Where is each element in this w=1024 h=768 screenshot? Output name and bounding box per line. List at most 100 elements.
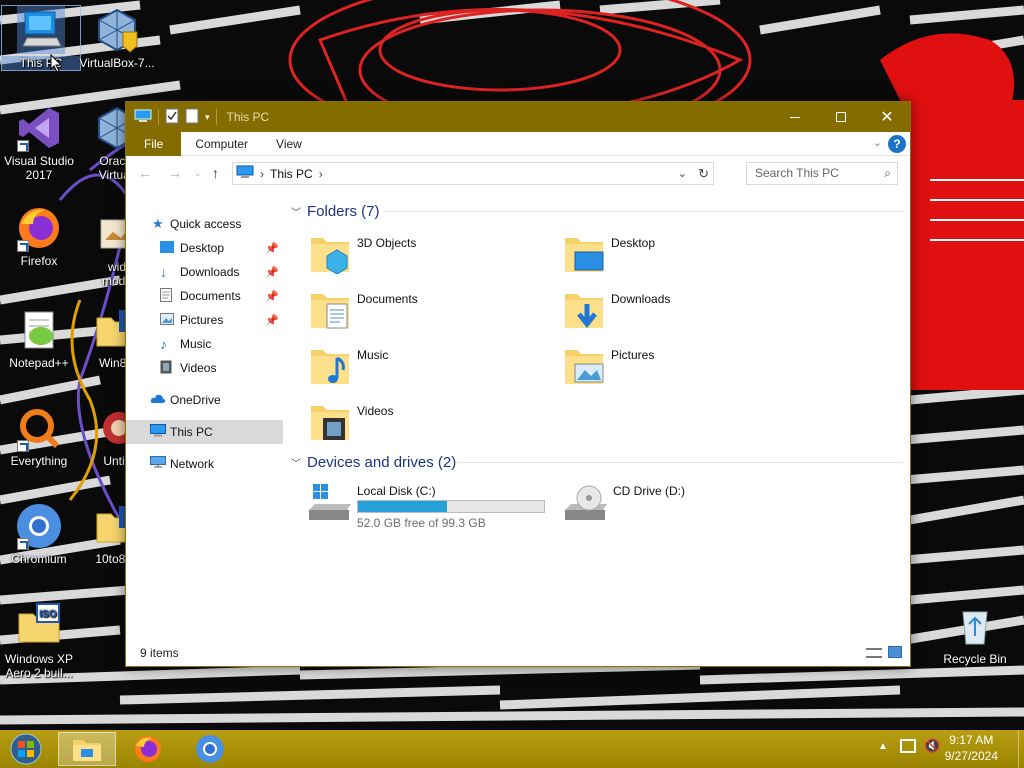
tab-view[interactable]: View	[262, 132, 316, 156]
close-button[interactable]: ✕	[864, 102, 910, 132]
folder-downloads[interactable]: Downloads	[561, 284, 801, 336]
nav-item-label: Videos	[180, 361, 217, 375]
clock[interactable]: 9:17 AM 9/27/2024	[945, 732, 998, 764]
desktop-icon-windows-xp-iso[interactable]: ISO Windows XP Aero 2 buil...	[0, 602, 78, 680]
nav-item-music[interactable]: ♪ Music	[126, 332, 283, 356]
desktop-icon-virtualbox-installer[interactable]: VirtualBox-7...	[78, 6, 156, 70]
nav-item-label: Network	[170, 457, 215, 471]
desktop-icon-everything[interactable]: Everything	[0, 404, 78, 468]
divider	[383, 211, 903, 212]
desktop-icon-firefox[interactable]: Firefox	[0, 204, 78, 268]
refresh-icon[interactable]: ↻	[698, 166, 709, 182]
recent-locations-chevron-icon[interactable]: ⌄	[194, 168, 202, 179]
pin-icon: 📌	[265, 266, 279, 279]
new-folder-icon[interactable]	[185, 108, 199, 127]
desktop-icon-label: Everything	[10, 454, 68, 468]
film-icon	[160, 360, 180, 377]
minimize-button[interactable]	[772, 102, 818, 132]
clock-time: 9:17 AM	[949, 733, 994, 747]
nav-item-network[interactable]: Network	[126, 452, 283, 476]
this-pc-icon	[150, 424, 170, 440]
tab-file[interactable]: File	[126, 131, 182, 156]
pictures-icon	[160, 312, 180, 328]
forward-arrow-icon[interactable]: →	[168, 165, 182, 181]
disk-usage-fill	[358, 501, 447, 512]
show-hidden-icons-chevron-icon[interactable]: ▲	[878, 741, 888, 752]
downloads-folder-icon	[565, 294, 603, 329]
tab-computer[interactable]: Computer	[181, 132, 262, 156]
help-button[interactable]: ?	[888, 135, 906, 153]
folder-desktop[interactable]: Desktop	[561, 228, 801, 280]
network-tray-icon[interactable]	[900, 739, 916, 753]
nav-item-this-pc[interactable]: This PC	[126, 420, 283, 444]
large-icons-view-icon[interactable]	[888, 646, 902, 658]
clock-date: 9/27/2024	[944, 749, 998, 763]
iso-file-icon: ISO	[15, 602, 63, 650]
drive-local-disk-c[interactable]: Local Disk (C:) 52.0 GB free of 99.3 GB	[305, 478, 555, 530]
nav-item-label: Music	[180, 337, 212, 351]
collapse-chevron-icon: ﹀	[291, 458, 301, 470]
collapse-chevron-icon: ﹀	[291, 207, 301, 219]
expand-ribbon-chevron-icon[interactable]: ⌄	[873, 136, 882, 149]
desktop-icon-visual-studio[interactable]: Visual Studio 2017	[0, 104, 78, 182]
pin-icon: 📌	[265, 290, 279, 303]
status-bar: 9 items	[126, 640, 910, 666]
show-desktop-button[interactable]	[1018, 730, 1024, 768]
explorer-window: ▾ This PC ✕ File Computer View ⌄ ? ← → ⌄…	[125, 101, 911, 667]
nav-item-documents[interactable]: Documents 📌	[126, 284, 283, 308]
minimize-icon	[790, 116, 800, 118]
breadcrumb-separator[interactable]: ›	[319, 167, 323, 181]
search-input[interactable]: Search This PC ⌕	[746, 162, 898, 185]
breadcrumb-this-pc[interactable]: This PC	[270, 167, 313, 181]
start-button[interactable]	[2, 732, 50, 766]
desktop-icon-this-pc[interactable]: This PC	[1, 5, 81, 71]
nav-item-label: OneDrive	[170, 393, 221, 407]
folder-label: Desktop	[611, 236, 656, 250]
desktop-folder-icon	[160, 240, 180, 256]
nav-item-label: Pictures	[180, 313, 224, 327]
properties-icon[interactable]	[165, 108, 179, 127]
group-header-folders[interactable]: ﹀ Folders (7)	[291, 200, 903, 222]
mouse-cursor-icon	[50, 54, 63, 73]
nav-item-quick-access[interactable]: ★ Quick access	[126, 212, 283, 236]
taskbar-firefox[interactable]	[124, 732, 172, 766]
maximize-icon	[836, 112, 846, 122]
nav-item-videos[interactable]: Videos	[126, 356, 283, 380]
desktop-icon-notepad-plus-plus[interactable]: Notepad++	[0, 306, 78, 370]
desktop-icon-label-line2: 2017	[25, 168, 53, 182]
details-view-icon[interactable]	[866, 648, 882, 658]
volume-muted-icon[interactable]: 🔇	[924, 738, 940, 754]
group-header-devices[interactable]: ﹀ Devices and drives (2)	[291, 451, 903, 473]
breadcrumb-separator[interactable]: ›	[260, 167, 264, 181]
folder-videos[interactable]: Videos	[307, 396, 547, 448]
ribbon-tabs: File Computer View ⌄ ?	[126, 131, 910, 156]
nav-item-desktop[interactable]: Desktop 📌	[126, 236, 283, 260]
customize-toolbar-chevron-icon[interactable]: ▾	[205, 112, 210, 123]
pin-icon: 📌	[265, 242, 279, 255]
folder-documents[interactable]: Documents	[307, 284, 547, 336]
desktop-icon-recycle-bin[interactable]: Recycle Bin	[936, 602, 1014, 666]
chromium-icon	[15, 502, 63, 550]
folder-music[interactable]: Music	[307, 340, 547, 392]
folder-pictures[interactable]: Pictures	[561, 340, 801, 392]
nav-item-downloads[interactable]: ↓ Downloads 📌	[126, 260, 283, 284]
content-pane: ﹀ Folders (7) 3D Objects Desktop Documen…	[291, 192, 906, 632]
desktop-icon-chromium[interactable]: Chromium	[0, 502, 78, 566]
up-arrow-icon[interactable]: ↑	[212, 165, 219, 181]
nav-item-onedrive[interactable]: OneDrive	[126, 388, 283, 412]
back-arrow-icon[interactable]: ←	[138, 165, 152, 181]
music-folder-icon	[311, 350, 349, 384]
folder-3d-objects[interactable]: 3D Objects	[307, 228, 547, 280]
desktop-icon-label: This PC	[2, 56, 80, 70]
maximize-button[interactable]	[818, 102, 864, 132]
title-bar[interactable]: ▾ This PC ✕	[126, 102, 910, 132]
address-dropdown-chevron-icon[interactable]: ⌄	[678, 167, 687, 180]
3d-objects-folder-icon	[311, 238, 349, 274]
taskbar-chromium[interactable]	[186, 732, 234, 766]
address-box[interactable]: › This PC › ⌄ ↻	[232, 162, 714, 185]
taskbar-file-explorer[interactable]	[58, 732, 116, 766]
nav-item-pictures[interactable]: Pictures 📌	[126, 308, 283, 332]
drive-cd-drive-d[interactable]: CD Drive (D:)	[561, 478, 801, 530]
address-bar-row: ← → ⌄ ↑ › This PC › ⌄ ↻ Search This PC ⌕	[126, 156, 910, 190]
recycle-bin-icon	[951, 602, 999, 650]
